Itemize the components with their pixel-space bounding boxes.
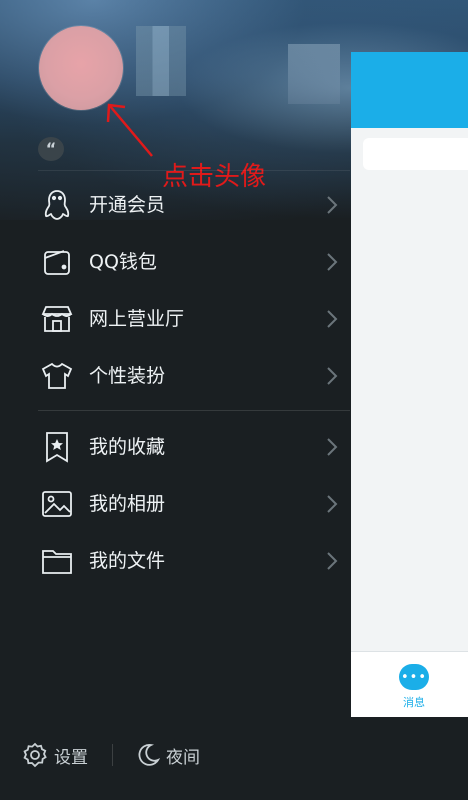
nickname-blurred[interactable] — [136, 26, 186, 96]
penguin-icon — [40, 188, 74, 222]
chevron-right-icon — [327, 367, 338, 385]
messages-icon-dots: ••• — [400, 669, 427, 685]
chevron-right-icon — [327, 438, 338, 456]
night-mode-button[interactable]: 夜间 — [166, 743, 200, 768]
menu-item-theme[interactable]: 个性装扮 — [0, 348, 351, 404]
divider — [38, 170, 350, 171]
bookmark-star-icon — [40, 430, 74, 464]
divider — [38, 410, 350, 411]
menu-item-label: 个性装扮 — [89, 365, 166, 387]
settings-button[interactable]: 设置 — [54, 743, 88, 768]
wallet-icon — [40, 245, 74, 279]
menu-item-vip[interactable]: 开通会员 — [0, 177, 351, 233]
menu-item-label: 开通会员 — [89, 194, 166, 216]
menu-item-album[interactable]: 我的相册 — [0, 476, 351, 532]
folder-icon — [40, 544, 74, 578]
menu-item-label: 我的文件 — [89, 550, 166, 572]
bottom-tab-bar: ••• 消息 — [351, 651, 468, 717]
menu-item-label: QQ钱包 — [89, 251, 157, 273]
level-badge-blurred — [288, 44, 340, 104]
menu-item-label: 网上营业厅 — [89, 308, 185, 330]
quote-icon[interactable]: “ — [38, 137, 64, 161]
moon-icon[interactable] — [136, 742, 160, 768]
drawer-bottom-bar: 设置 夜间 — [0, 724, 351, 788]
menu-item-business-hall[interactable]: 网上营业厅 — [0, 291, 351, 347]
menu-item-wallet[interactable]: QQ钱包 — [0, 234, 351, 290]
chevron-right-icon — [327, 495, 338, 513]
store-icon — [40, 302, 74, 336]
tshirt-icon — [40, 359, 74, 393]
tab-messages-label[interactable]: 消息 — [391, 694, 437, 710]
divider — [112, 744, 113, 766]
chevron-right-icon — [327, 196, 338, 214]
main-title-bar — [351, 52, 468, 128]
gear-icon[interactable] — [22, 742, 48, 768]
main-screen-peek[interactable]: ••• 消息 — [351, 52, 468, 717]
chevron-right-icon — [327, 253, 338, 271]
menu-item-label: 我的相册 — [89, 493, 166, 515]
menu-item-label: 我的收藏 — [89, 436, 166, 458]
messages-icon[interactable]: ••• — [399, 664, 429, 690]
menu-item-favorites[interactable]: 我的收藏 — [0, 419, 351, 475]
chevron-right-icon — [327, 310, 338, 328]
chevron-right-icon — [327, 552, 338, 570]
photo-icon — [40, 487, 74, 521]
menu-item-files[interactable]: 我的文件 — [0, 533, 351, 589]
annotation-arrow — [106, 103, 153, 157]
quote-glyph: “ — [45, 139, 57, 158]
search-bar[interactable] — [363, 138, 468, 170]
